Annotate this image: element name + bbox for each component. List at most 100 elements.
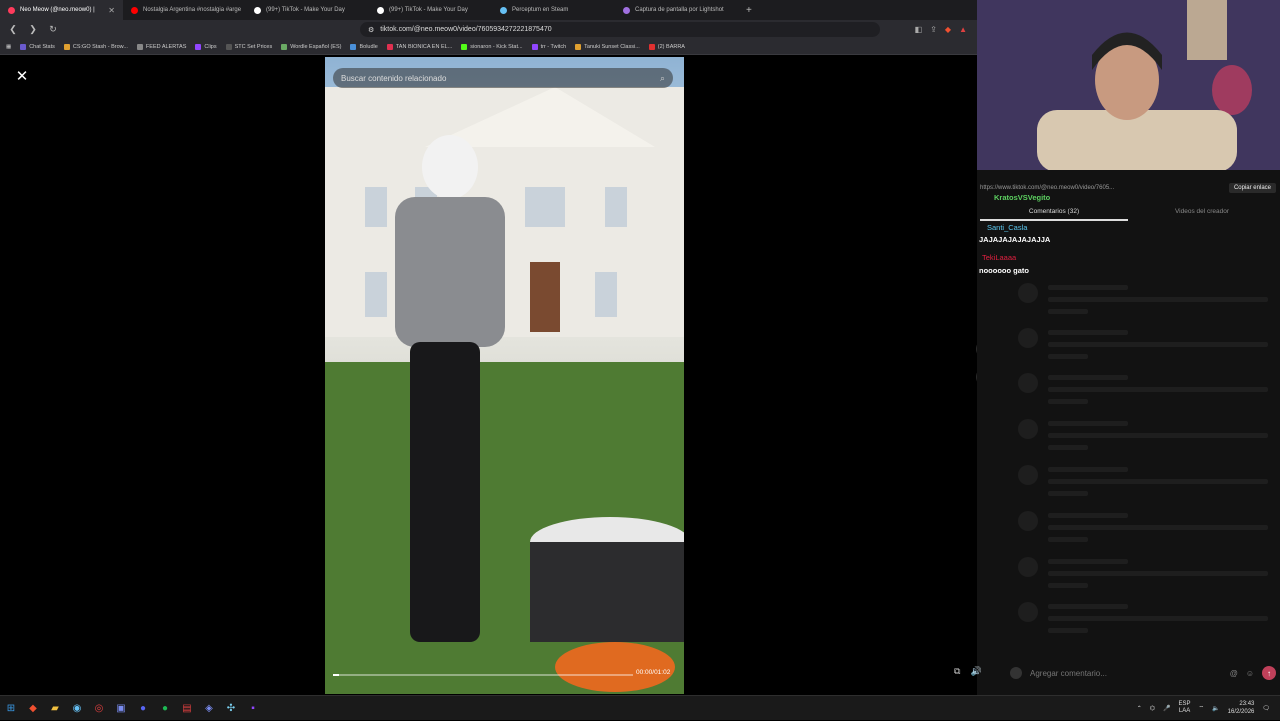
cat-pants: [410, 342, 480, 642]
tab-creator-videos[interactable]: Videos del creador: [1128, 205, 1276, 221]
bookmark[interactable]: trr - Twitch: [531, 43, 567, 50]
rewards-icon[interactable]: ▲: [959, 25, 967, 34]
spotify-icon[interactable]: ●: [154, 696, 176, 721]
bookmark[interactable]: STC Set Prices: [225, 43, 273, 50]
share-icon[interactable]: ⇪: [930, 25, 937, 34]
steam-icon: [500, 6, 507, 14]
copy-link-button[interactable]: Copiar enlace: [1228, 183, 1276, 193]
comment-skeleton: [1018, 328, 1268, 366]
bookmark-icon: [350, 43, 357, 50]
tab-0[interactable]: Neo Meow (@neo.meow0) | ✕: [0, 0, 123, 20]
comment-skeleton: [1018, 511, 1268, 549]
close-video-button[interactable]: ✕: [13, 67, 31, 85]
url-text: tiktok.com/@neo.meow0/video/760593427222…: [380, 26, 552, 33]
speaker-icon[interactable]: 🔈: [1212, 705, 1219, 712]
bookmark-icon: [195, 43, 202, 50]
tab-4[interactable]: Perceptum en Steam: [492, 0, 615, 20]
emoji-icon[interactable]: ☺: [1246, 669, 1254, 678]
new-tab-button[interactable]: +: [738, 5, 760, 16]
url-field[interactable]: ⚙ tiktok.com/@neo.meow0/video/7605934272…: [360, 22, 880, 37]
folder-icon[interactable]: ▰: [44, 696, 66, 721]
chat-message: noooooo gato: [979, 266, 1029, 275]
bookmark-label: Clips: [204, 43, 217, 50]
search-icon[interactable]: ⌕: [660, 73, 665, 84]
calendar-icon[interactable]: ▤: [176, 696, 198, 721]
chevron-up-icon[interactable]: ⌃: [1137, 705, 1142, 712]
system-tray: ⌃ ⌬ 🎤 ESP LAA ⌔ 🔈 23:43 16/2/2026 🗨: [1137, 700, 1280, 716]
brave-icon[interactable]: ◆: [22, 696, 44, 721]
bookmark[interactable]: Boludle: [350, 43, 378, 50]
tab-label: (99+) TikTok - Make Your Day: [389, 7, 468, 13]
tab-label: Captura de pantalla por Lightshot: [635, 7, 724, 13]
lang-layout: LAA: [1178, 708, 1191, 714]
clock[interactable]: 23:43 16/2/2026: [1228, 700, 1255, 716]
tiktok-icon: [8, 6, 15, 14]
close-tab-icon[interactable]: ✕: [108, 6, 115, 15]
bookmark[interactable]: Wordle Español (ES): [281, 43, 342, 50]
bookmark[interactable]: Clips: [195, 43, 217, 50]
network-icon[interactable]: ⌬: [1150, 705, 1155, 712]
cat-shirt: [395, 197, 505, 347]
tab-label: Perceptum en Steam: [512, 7, 569, 13]
bookmark-label: Boludle: [359, 43, 378, 50]
related-search-input[interactable]: Buscar contenido relacionado ⌕: [333, 68, 673, 88]
forward-icon[interactable]: ❯: [26, 24, 40, 35]
app-icon[interactable]: ◈: [198, 696, 220, 721]
pip-icon[interactable]: ⧉: [954, 666, 960, 677]
brave-shield-icon[interactable]: ◆: [945, 25, 951, 34]
video-progress-track[interactable]: [333, 674, 633, 676]
bookmark-icon: [281, 43, 288, 50]
bookmark-icon: [648, 43, 655, 50]
bookmark[interactable]: CS:GO Stash - Brow...: [63, 43, 128, 50]
wifi-icon[interactable]: ⌔: [1199, 704, 1205, 712]
bookmark-label: trr - Twitch: [540, 43, 567, 50]
language-indicator[interactable]: ESP LAA: [1179, 701, 1191, 715]
volume-icon[interactable]: 🔊: [970, 666, 981, 677]
extension-icon[interactable]: ◧: [915, 25, 923, 34]
tab-label: Neo Meow (@neo.meow0) |: [20, 7, 95, 13]
windows-start-icon[interactable]: ⊞: [0, 696, 22, 721]
video-frame: [325, 87, 684, 694]
bookmark[interactable]: FEED ALERTAS: [136, 43, 186, 50]
clock-time: 23:43: [1239, 701, 1255, 707]
notifications-icon[interactable]: 🗨: [1262, 705, 1270, 712]
tab-3[interactable]: (99+) TikTok - Make Your Day: [369, 0, 492, 20]
bookmark[interactable]: (2) BARRA: [648, 43, 685, 50]
bookmark-label: Tanuki Sunset Classi...: [584, 43, 640, 50]
bookmark-label: STC Set Prices: [234, 43, 273, 50]
bookmark-label: Wordle Español (ES): [290, 43, 342, 50]
bookmark-icon: [461, 43, 468, 50]
bookmark[interactable]: Tanuki Sunset Classi...: [575, 43, 640, 50]
bookmark-label: (2) BARRA: [657, 43, 685, 50]
reload-icon[interactable]: ↻: [46, 24, 60, 35]
video-player[interactable]: [325, 57, 684, 694]
site-info-icon[interactable]: ⚙: [368, 26, 374, 34]
comment-skeleton: [1018, 557, 1268, 595]
tab-1[interactable]: Nostalgia Argentina #nostalgia #arge: [123, 0, 246, 20]
comment-input[interactable]: [1030, 668, 1222, 678]
send-comment-button[interactable]: ↑: [1262, 666, 1276, 680]
bookmark[interactable]: Chat Stats: [20, 43, 55, 50]
app-icon[interactable]: ✣: [220, 696, 242, 721]
tab-5[interactable]: Captura de pantalla por Lightshot: [615, 0, 738, 20]
monitor-icon[interactable]: ▣: [110, 696, 132, 721]
steam-icon[interactable]: ◉: [66, 696, 88, 721]
discord-icon[interactable]: ●: [132, 696, 154, 721]
apps-icon[interactable]: ▦: [6, 44, 11, 50]
panel-tabs: Comentarios (32) Videos del creador: [980, 205, 1276, 221]
bookmark[interactable]: TAN BIONICA EN EL...: [386, 43, 452, 50]
chat-message: JAJAJAJAJAJAJJA: [979, 235, 1051, 244]
mention-icon[interactable]: @: [1230, 669, 1238, 678]
comment-skeleton: [1018, 419, 1268, 457]
twitch-icon[interactable]: ▪: [242, 696, 264, 721]
search-placeholder: Buscar contenido relacionado: [341, 73, 447, 83]
comment-skeleton: [1018, 373, 1268, 411]
bookmark-label: CS:GO Stash - Brow...: [72, 43, 128, 50]
tab-comments[interactable]: Comentarios (32): [980, 205, 1128, 221]
bookmark[interactable]: sionaron - Kick Stat...: [461, 43, 523, 50]
tab-2[interactable]: (99+) TikTok - Make Your Day: [246, 0, 369, 20]
bookmark-icon: [136, 43, 143, 50]
microphone-icon[interactable]: 🎤: [1163, 705, 1170, 712]
back-icon[interactable]: ❮: [6, 24, 20, 35]
chrome-icon[interactable]: ◎: [88, 696, 110, 721]
